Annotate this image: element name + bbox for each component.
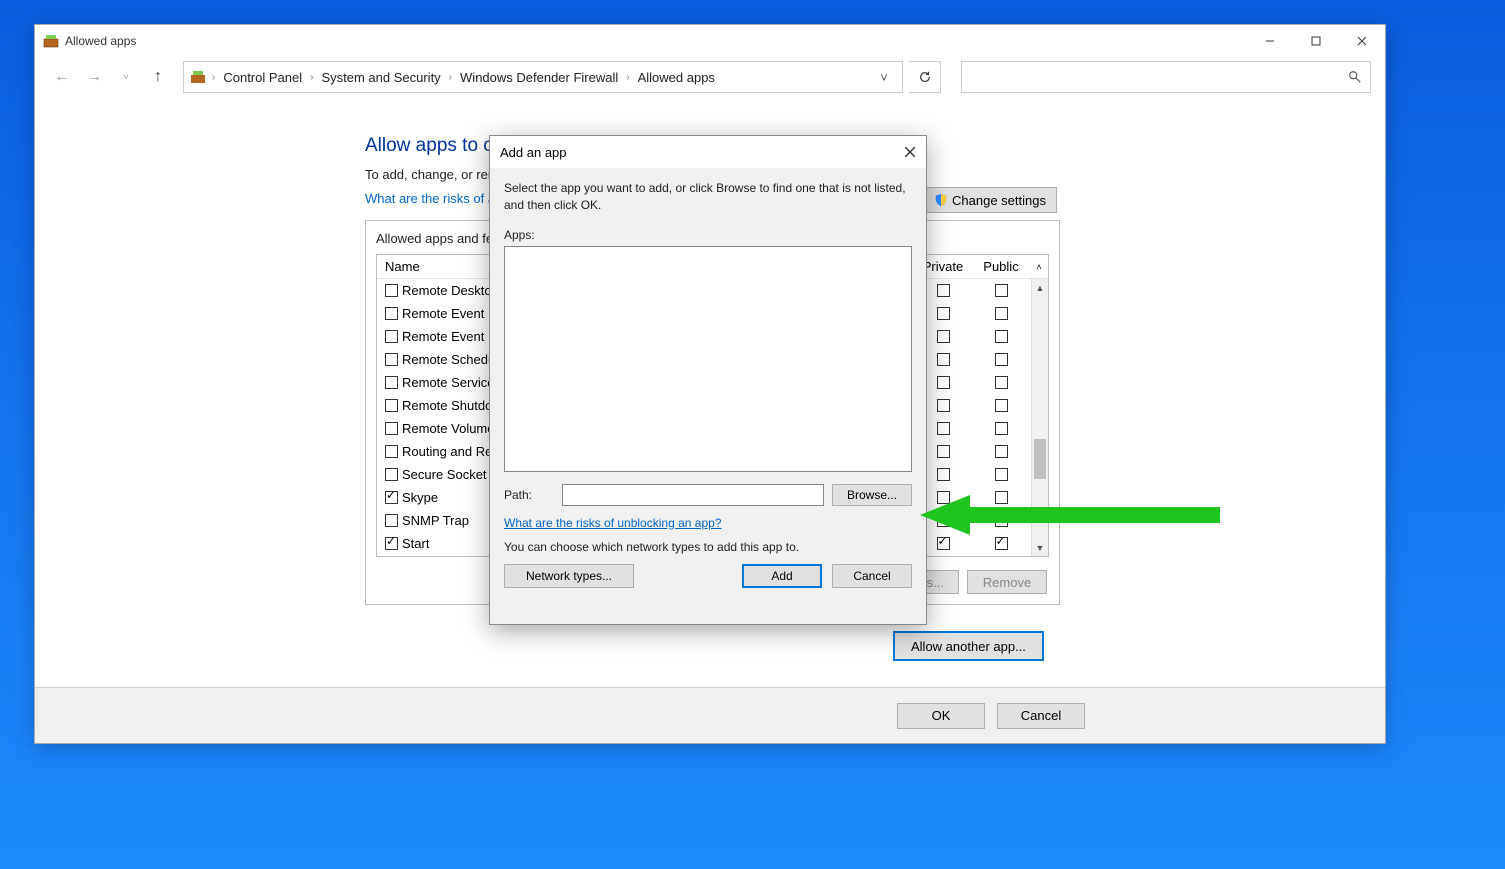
row-checkbox[interactable] (385, 491, 398, 504)
breadcrumb[interactable]: Allowed apps (636, 68, 717, 87)
chevron-right-icon: › (308, 72, 315, 83)
titlebar: Allowed apps (35, 25, 1385, 57)
dialog-titlebar: Add an app (490, 136, 926, 168)
dialog-close-button[interactable] (900, 142, 920, 162)
recent-dropdown[interactable]: ˅ (113, 64, 139, 90)
ok-button[interactable]: OK (897, 703, 985, 729)
cancel-button[interactable]: Cancel (997, 703, 1085, 729)
private-checkbox[interactable] (937, 422, 950, 435)
public-checkbox[interactable] (995, 445, 1008, 458)
private-checkbox[interactable] (937, 468, 950, 481)
public-checkbox[interactable] (995, 514, 1008, 527)
breadcrumb[interactable]: System and Security (319, 68, 442, 87)
minimize-button[interactable] (1247, 25, 1293, 57)
chevron-right-icon: › (624, 72, 631, 83)
chevron-right-icon: › (447, 72, 454, 83)
scroll-down-button[interactable]: ▼ (1032, 539, 1048, 556)
row-checkbox[interactable] (385, 422, 398, 435)
path-input[interactable] (562, 484, 824, 506)
private-checkbox[interactable] (937, 491, 950, 504)
apps-listbox[interactable] (504, 246, 912, 472)
change-settings-button[interactable]: Change settings (923, 187, 1057, 213)
apps-label: Apps: (504, 228, 912, 242)
network-desc: You can choose which network types to ad… (504, 540, 912, 554)
address-dropdown[interactable]: ˅ (872, 70, 896, 85)
remove-button[interactable]: Remove (967, 570, 1047, 594)
row-checkbox[interactable] (385, 353, 398, 366)
scroll-up-button[interactable]: ▲ (1032, 279, 1048, 296)
back-button[interactable]: ← (49, 64, 75, 90)
add-app-dialog: Add an app Select the app you want to ad… (489, 135, 927, 625)
dialog-cancel-button[interactable]: Cancel (832, 564, 912, 588)
row-checkbox[interactable] (385, 468, 398, 481)
row-checkbox[interactable] (385, 284, 398, 297)
public-checkbox[interactable] (995, 468, 1008, 481)
private-checkbox[interactable] (937, 537, 950, 550)
breadcrumb[interactable]: Control Panel (221, 68, 304, 87)
browse-button[interactable]: Browse... (832, 484, 912, 506)
address-bar[interactable]: › Control Panel › System and Security › … (183, 61, 903, 93)
private-checkbox[interactable] (937, 353, 950, 366)
allow-another-app-button[interactable]: Allow another app... (893, 631, 1044, 661)
private-checkbox[interactable] (937, 445, 950, 458)
row-checkbox[interactable] (385, 376, 398, 389)
row-name: SNMP Trap (402, 513, 469, 528)
row-checkbox[interactable] (385, 307, 398, 320)
row-name: Skype (402, 490, 438, 505)
bottom-bar: OK Cancel (35, 687, 1385, 743)
maximize-button[interactable] (1293, 25, 1339, 57)
row-checkbox[interactable] (385, 537, 398, 550)
dialog-title: Add an app (500, 145, 567, 160)
up-button[interactable]: ↑ (145, 64, 171, 90)
firewall-icon (190, 69, 206, 85)
public-checkbox[interactable] (995, 537, 1008, 550)
vertical-scrollbar[interactable]: ▲ ▼ (1031, 279, 1048, 556)
shield-icon (934, 193, 948, 207)
dialog-instruction: Select the app you want to add, or click… (504, 180, 912, 214)
add-button[interactable]: Add (742, 564, 822, 588)
public-checkbox[interactable] (995, 376, 1008, 389)
nav-row: ← → ˅ ↑ › Control Panel › System and Sec… (35, 57, 1385, 97)
row-name: Remote Desktop (402, 283, 499, 298)
private-checkbox[interactable] (937, 307, 950, 320)
refresh-button[interactable] (909, 61, 941, 93)
row-checkbox[interactable] (385, 399, 398, 412)
close-button[interactable] (1339, 25, 1385, 57)
private-checkbox[interactable] (937, 284, 950, 297)
network-types-button[interactable]: Network types... (504, 564, 634, 588)
private-checkbox[interactable] (937, 514, 950, 527)
public-checkbox[interactable] (995, 491, 1008, 504)
unblock-risks-link[interactable]: What are the risks of unblocking an app? (504, 516, 721, 530)
row-checkbox[interactable] (385, 330, 398, 343)
chevron-right-icon: › (210, 72, 217, 83)
close-icon (904, 146, 916, 158)
scroll-up-icon[interactable]: ˄ (1030, 262, 1048, 272)
search-box[interactable] (961, 61, 1371, 93)
row-name: Start (402, 536, 429, 551)
row-checkbox[interactable] (385, 514, 398, 527)
refresh-icon (918, 70, 932, 84)
private-checkbox[interactable] (937, 330, 950, 343)
private-checkbox[interactable] (937, 399, 950, 412)
row-checkbox[interactable] (385, 445, 398, 458)
forward-button: → (81, 64, 107, 90)
window-title: Allowed apps (65, 34, 136, 48)
public-checkbox[interactable] (995, 307, 1008, 320)
public-checkbox[interactable] (995, 284, 1008, 297)
change-settings-label: Change settings (952, 193, 1046, 208)
col-public[interactable]: Public (972, 259, 1030, 274)
path-label: Path: (504, 488, 554, 502)
private-checkbox[interactable] (937, 376, 950, 389)
public-checkbox[interactable] (995, 399, 1008, 412)
firewall-icon (43, 33, 59, 49)
public-checkbox[interactable] (995, 422, 1008, 435)
public-checkbox[interactable] (995, 330, 1008, 343)
public-checkbox[interactable] (995, 353, 1008, 366)
scrollbar-thumb[interactable] (1034, 439, 1046, 479)
breadcrumb[interactable]: Windows Defender Firewall (458, 68, 620, 87)
search-icon (1348, 70, 1362, 84)
